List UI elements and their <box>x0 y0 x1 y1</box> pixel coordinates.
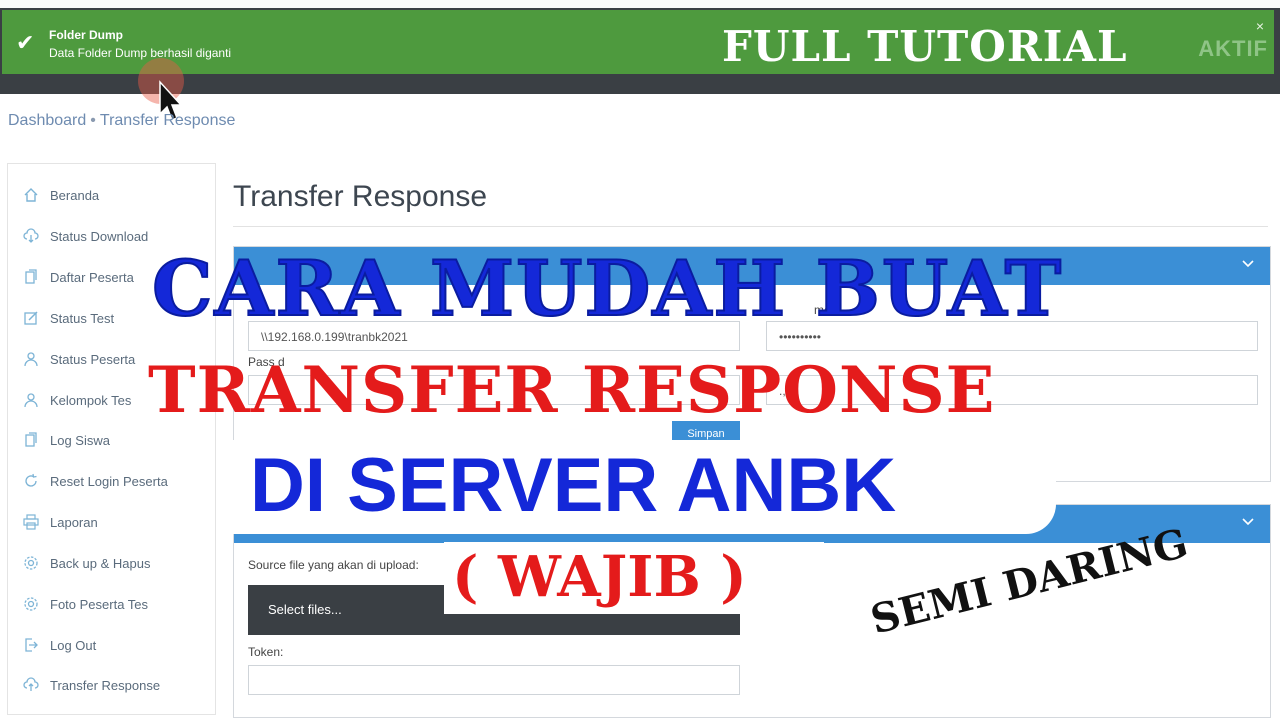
toast-title: Folder Dump <box>49 28 123 42</box>
gear-icon <box>22 595 40 613</box>
token-input[interactable] <box>248 665 740 695</box>
breadcrumb-dashboard-link[interactable]: Dashboard <box>8 112 86 129</box>
headline-line-2: TRANSFER RESPONSE <box>148 353 996 428</box>
status-badge: AKTIF <box>1198 36 1268 61</box>
sidebar-item-status-download[interactable]: Status Download <box>22 224 148 248</box>
documents-icon <box>22 431 40 449</box>
documents-icon <box>22 268 40 286</box>
sidebar-item-label: Beranda <box>50 187 100 203</box>
sidebar-item-beranda[interactable]: Beranda <box>22 183 99 207</box>
sidebar-item-foto-peserta-tes[interactable]: Foto Peserta Tes <box>22 592 148 616</box>
sidebar-item-label: Foto Peserta Tes <box>50 596 149 612</box>
user-icon <box>22 391 40 409</box>
home-icon <box>22 186 40 204</box>
breadcrumb-separator: • <box>90 112 96 129</box>
title-divider <box>233 226 1268 227</box>
chevron-down-icon[interactable] <box>1240 513 1256 534</box>
headline-line-3: DI SERVER ANBK <box>250 443 897 528</box>
sidebar-item-label: Log Out <box>50 637 97 653</box>
breadcrumb-current: Transfer Response <box>99 112 236 129</box>
headline-line-1: CARA MUDAH BUAT <box>151 243 1064 334</box>
sidebar-item-label: Daftar Peserta <box>50 269 134 285</box>
sidebar-item-log-siswa[interactable]: Log Siswa <box>22 428 110 452</box>
user-icon <box>22 350 40 368</box>
sidebar-item-label: Laporan <box>50 514 98 530</box>
source-file-label: Source file yang akan di upload: <box>248 558 419 572</box>
page-title: Transfer Response <box>233 180 488 213</box>
toast-close-button[interactable]: × <box>1256 18 1264 34</box>
edit-icon <box>22 309 40 327</box>
sidebar-item-label: Transfer Response <box>50 677 161 693</box>
sidebar-item-label: Status Test <box>50 310 115 326</box>
headline-line-4: ( WAJIB ) <box>452 544 747 610</box>
sidebar-item-kelompok-tes[interactable]: Kelompok Tes <box>22 388 131 412</box>
sidebar-item-status-peserta[interactable]: Status Peserta <box>22 347 135 371</box>
sidebar-item-label: Kelompok Tes <box>50 392 132 408</box>
sidebar-item-label: Reset Login Peserta <box>50 473 168 489</box>
sidebar-item-label: Status Download <box>50 228 149 244</box>
sidebar-item-label: Log Siswa <box>50 432 110 448</box>
gear-icon <box>22 554 40 572</box>
sidebar-item-backup-hapus[interactable]: Back up & Hapus <box>22 551 150 575</box>
refresh-icon <box>22 472 40 490</box>
checkmark-icon: ✔ <box>16 30 35 55</box>
cloud-download-icon <box>22 227 40 245</box>
toast-message: Data Folder Dump berhasil diganti <box>49 46 232 60</box>
printer-icon <box>22 513 40 531</box>
sidebar-item-reset-login-peserta[interactable]: Reset Login Peserta <box>22 469 168 493</box>
breadcrumb: Dashboard • Transfer Response <box>8 112 235 130</box>
sidebar-item-log-out[interactable]: Log Out <box>22 633 96 657</box>
sidebar-item-label: Status Peserta <box>50 351 136 367</box>
sidebar-item-daftar-peserta[interactable]: Daftar Peserta <box>22 265 134 289</box>
cloud-upload-icon <box>22 676 40 694</box>
logout-icon <box>22 636 40 654</box>
sidebar-item-transfer-response[interactable]: Transfer Response <box>22 673 160 697</box>
chevron-down-icon[interactable] <box>1240 255 1256 276</box>
sidebar-item-status-test[interactable]: Status Test <box>22 306 114 330</box>
sidebar-item-laporan[interactable]: Laporan <box>22 510 98 534</box>
full-tutorial-caption: FULL TUTORIAL <box>722 22 1128 71</box>
sidebar-item-label: Back up & Hapus <box>50 555 151 571</box>
token-label: Token: <box>248 645 284 659</box>
